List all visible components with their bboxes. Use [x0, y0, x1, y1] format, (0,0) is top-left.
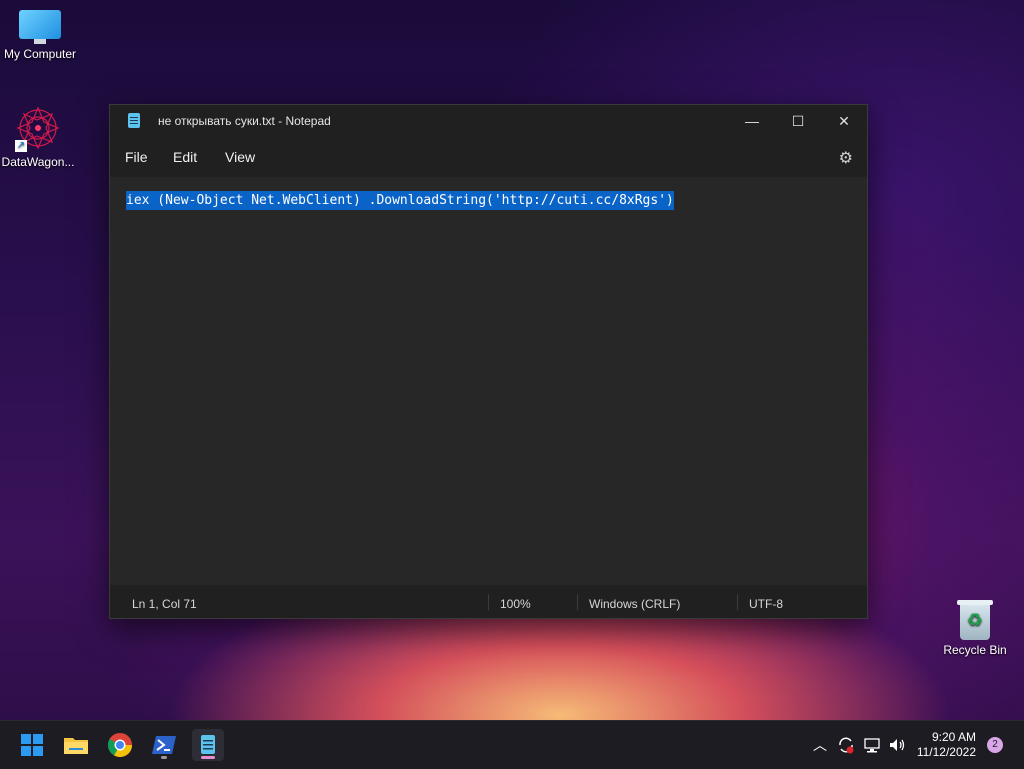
sync-alert-icon[interactable]	[836, 735, 856, 755]
zoom-level: 100%	[500, 597, 531, 611]
start-button[interactable]	[16, 729, 48, 761]
menu-view[interactable]: View	[225, 149, 255, 165]
editor-line[interactable]: iex (New-Object Net.WebClient) .Download…	[126, 191, 674, 210]
status-bar: Ln 1, Col 71 100% Windows (CRLF) UTF-8	[110, 585, 867, 618]
desktop-icon-recycle-bin[interactable]: ♻ Recycle Bin	[935, 598, 1015, 657]
clock-date: 11/12/2022	[916, 745, 976, 759]
monitor-icon	[19, 10, 61, 44]
desktop-icon-my-computer[interactable]: My Computer	[0, 10, 80, 61]
encoding: UTF-8	[749, 597, 783, 611]
chrome-icon	[107, 733, 132, 758]
minimize-button[interactable]: —	[729, 105, 775, 137]
cursor-position: Ln 1, Col 71	[132, 597, 197, 611]
menu-bar: File Edit View ⚙	[110, 137, 867, 177]
notification-badge[interactable]: 2	[987, 737, 1003, 753]
running-indicator	[161, 756, 167, 759]
title-bar[interactable]: не открывать суки.txt - Notepad — ☐ ✕	[110, 105, 867, 137]
desktop-icon-label: Recycle Bin	[943, 643, 1007, 657]
notepad-window: не открывать суки.txt - Notepad — ☐ ✕ Fi…	[109, 104, 868, 619]
mandala-shortcut-icon: ↗	[15, 106, 61, 152]
chevron-up-icon[interactable]: ︿	[813, 735, 827, 755]
window-title: не открывать суки.txt - Notepad	[158, 114, 331, 128]
status-divider	[488, 594, 489, 610]
chrome-button[interactable]	[104, 729, 136, 761]
network-icon[interactable]	[862, 735, 882, 755]
maximize-button[interactable]: ☐	[775, 105, 821, 137]
close-button[interactable]: ✕	[821, 105, 867, 137]
notepad-icon	[128, 113, 140, 128]
recycle-bin-icon: ♻	[957, 598, 993, 640]
folder-icon	[64, 738, 88, 754]
active-indicator	[201, 756, 215, 759]
desktop-icon-label: My Computer	[3, 47, 77, 61]
clock[interactable]: 9:20 AM 11/12/2022	[917, 730, 976, 760]
clock-time: 9:20 AM	[931, 730, 976, 744]
selected-text[interactable]: iex (New-Object Net.WebClient) .Download…	[126, 191, 674, 210]
line-ending: Windows (CRLF)	[589, 597, 681, 611]
menu-file[interactable]: File	[125, 149, 148, 165]
taskbar: ︿ 9:20 AM 11/12/2022 2	[0, 720, 1024, 769]
desktop-icon-label: DataWagon...	[1, 155, 75, 169]
powershell-button[interactable]	[148, 729, 180, 761]
settings-gear-icon[interactable]: ⚙	[839, 148, 853, 168]
status-divider	[577, 594, 578, 610]
notepad-taskbar-button[interactable]	[192, 729, 224, 761]
desktop-icon-datawagon[interactable]: ↗ DataWagon...	[0, 106, 78, 169]
windows-logo-icon	[21, 734, 43, 756]
file-explorer-button[interactable]	[60, 729, 92, 761]
volume-icon[interactable]	[887, 735, 907, 755]
menu-edit[interactable]: Edit	[173, 149, 197, 165]
text-editor[interactable]: iex (New-Object Net.WebClient) .Download…	[110, 177, 867, 585]
status-divider	[737, 594, 738, 610]
